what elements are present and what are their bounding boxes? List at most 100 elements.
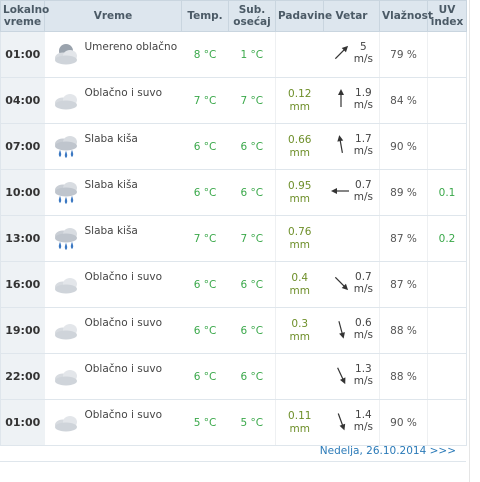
row-weather: Slaba kiša [44, 169, 182, 216]
cloud-icon [51, 271, 81, 299]
weather-description: Umereno oblačno [84, 41, 178, 53]
row-weather: Oblačno i suvo [44, 399, 182, 446]
row-wind: 0.7 m/s [323, 169, 380, 216]
row-temperature: 6 °C [181, 169, 229, 216]
row-precipitation: 0.4 mm [275, 261, 324, 308]
row-wind: 0.7 m/s [323, 261, 380, 308]
row-feels-like: 6 °C [228, 169, 276, 216]
row-precipitation: 0.11 mm [275, 399, 324, 446]
table-row: 01:00 Umereno oblačno 8 °C 1 °C 5 m/s 79 % [0, 31, 467, 78]
east-arrow-icon [330, 188, 349, 194]
row-uv-index [427, 77, 467, 124]
row-humidity: 88 % [379, 307, 428, 354]
row-time: 13:00 [0, 215, 45, 262]
row-uv-index [427, 307, 467, 354]
row-time: 16:00 [0, 261, 45, 308]
south-arrow-icon [337, 89, 344, 107]
table-row: 04:00 Oblačno i suvo 7 °C 7 °C 0.12 mm 1.9 m/s 8… [0, 77, 467, 124]
row-temperature: 6 °C [181, 307, 229, 354]
table-header-row: Lokalno vreme Vreme Temp. Sub. osećaj Pa… [0, 0, 467, 32]
row-humidity: 79 % [379, 31, 428, 78]
next-day-link[interactable]: Nedelja, 26.10.2014 >>> [320, 445, 466, 457]
wind-value: 1.7 m/s [353, 133, 373, 157]
row-temperature: 6 °C [181, 123, 229, 170]
row-humidity: 87 % [379, 261, 428, 308]
weather-description: Oblačno i suvo [84, 317, 163, 329]
row-feels-like: 1 °C [228, 31, 276, 78]
row-temperature: 8 °C [181, 31, 229, 78]
header-weather: Vreme [44, 0, 182, 32]
header-temperature: Temp. [181, 0, 229, 32]
table-row: 07:00 Slaba kiša 6 °C 6 °C 0.66 mm 1.7 m/s 90 % [0, 123, 467, 170]
row-temperature: 7 °C [181, 77, 229, 124]
north-arrow-icon [337, 413, 345, 431]
table-row: 22:00 Oblačno i suvo 6 °C 6 °C 1.3 m/s 88 % [0, 353, 467, 400]
row-precipitation: 0.12 mm [275, 77, 324, 124]
wind-value: 5 m/s [353, 41, 373, 65]
cloud-icon [51, 409, 81, 437]
weather-description: Oblačno i suvo [84, 363, 163, 375]
table-row: 16:00 Oblačno i suvo 6 °C 6 °C 0.4 mm 0.7 m/s 87… [0, 261, 467, 308]
wind-value: 1.9 m/s [353, 87, 373, 111]
cloud-icon [51, 87, 81, 115]
row-uv-index [427, 261, 467, 308]
row-precipitation [275, 353, 324, 400]
footer-divider [0, 461, 466, 462]
wind-value: 1.3 m/s [353, 363, 373, 387]
row-humidity: 88 % [379, 353, 428, 400]
weather-description: Slaba kiša [84, 225, 138, 237]
row-time: 07:00 [0, 123, 45, 170]
row-weather: Oblačno i suvo [44, 261, 182, 308]
header-feels-like: Sub. osećaj [228, 0, 276, 32]
weather-description: Oblačno i suvo [84, 87, 163, 99]
row-wind: 1.7 m/s [323, 123, 380, 170]
weather-description: Oblačno i suvo [84, 271, 163, 283]
weather-description: Oblačno i suvo [84, 409, 163, 421]
cloud-icon [51, 317, 81, 345]
rain-cloud-icon [51, 179, 81, 207]
row-weather: Oblačno i suvo [44, 353, 182, 400]
north-arrow-icon [336, 367, 345, 385]
row-feels-like: 5 °C [228, 399, 276, 446]
table-row: 13:00 Slaba kiša 7 °C 7 °C 0.76 mm 87 % 0.2 [0, 215, 467, 262]
row-feels-like: 7 °C [228, 77, 276, 124]
wind-value: 0.6 m/s [353, 317, 373, 341]
weather-description: Slaba kiša [84, 179, 138, 191]
row-uv-index [427, 123, 467, 170]
row-weather: Oblačno i suvo [44, 307, 182, 354]
south-arrow-icon [336, 135, 343, 153]
northwest-arrow-icon [334, 276, 348, 291]
row-precipitation: 0.76 mm [275, 215, 324, 262]
row-time: 04:00 [0, 77, 45, 124]
row-precipitation [275, 31, 324, 78]
row-wind: 1.4 m/s [323, 399, 380, 446]
row-humidity: 90 % [379, 123, 428, 170]
partly-cloudy-night-icon [51, 41, 81, 69]
row-wind: 1.9 m/s [323, 77, 380, 124]
wind-value: 1.4 m/s [353, 409, 373, 433]
row-temperature: 5 °C [181, 399, 229, 446]
row-humidity: 90 % [379, 399, 428, 446]
row-temperature: 7 °C [181, 215, 229, 262]
row-uv-index: 0.1 [427, 169, 467, 216]
weather-description: Slaba kiša [84, 133, 138, 145]
row-time: 10:00 [0, 169, 45, 216]
row-uv-index: 0.2 [427, 215, 467, 262]
row-temperature: 6 °C [181, 261, 229, 308]
row-precipitation: 0.3 mm [275, 307, 324, 354]
forecast-panel: Lokalno vreme Vreme Temp. Sub. osećaj Pa… [0, 0, 467, 462]
row-temperature: 6 °C [181, 353, 229, 400]
row-uv-index [427, 31, 467, 78]
header-local-time: Lokalno vreme [0, 0, 49, 32]
row-uv-index [427, 353, 467, 400]
southwest-arrow-icon [334, 45, 348, 60]
row-time: 22:00 [0, 353, 45, 400]
row-feels-like: 6 °C [228, 123, 276, 170]
row-feels-like: 6 °C [228, 307, 276, 354]
row-feels-like: 7 °C [228, 215, 276, 262]
table-row: 19:00 Oblačno i suvo 6 °C 6 °C 0.3 mm 0.6 m/s 88… [0, 307, 467, 354]
rain-cloud-icon [51, 133, 81, 161]
row-humidity: 84 % [379, 77, 428, 124]
table-row: 10:00 Slaba kiša 6 °C 6 °C 0.95 mm 0.7 m/s 89 % 0… [0, 169, 467, 216]
row-time: 01:00 [0, 31, 45, 78]
